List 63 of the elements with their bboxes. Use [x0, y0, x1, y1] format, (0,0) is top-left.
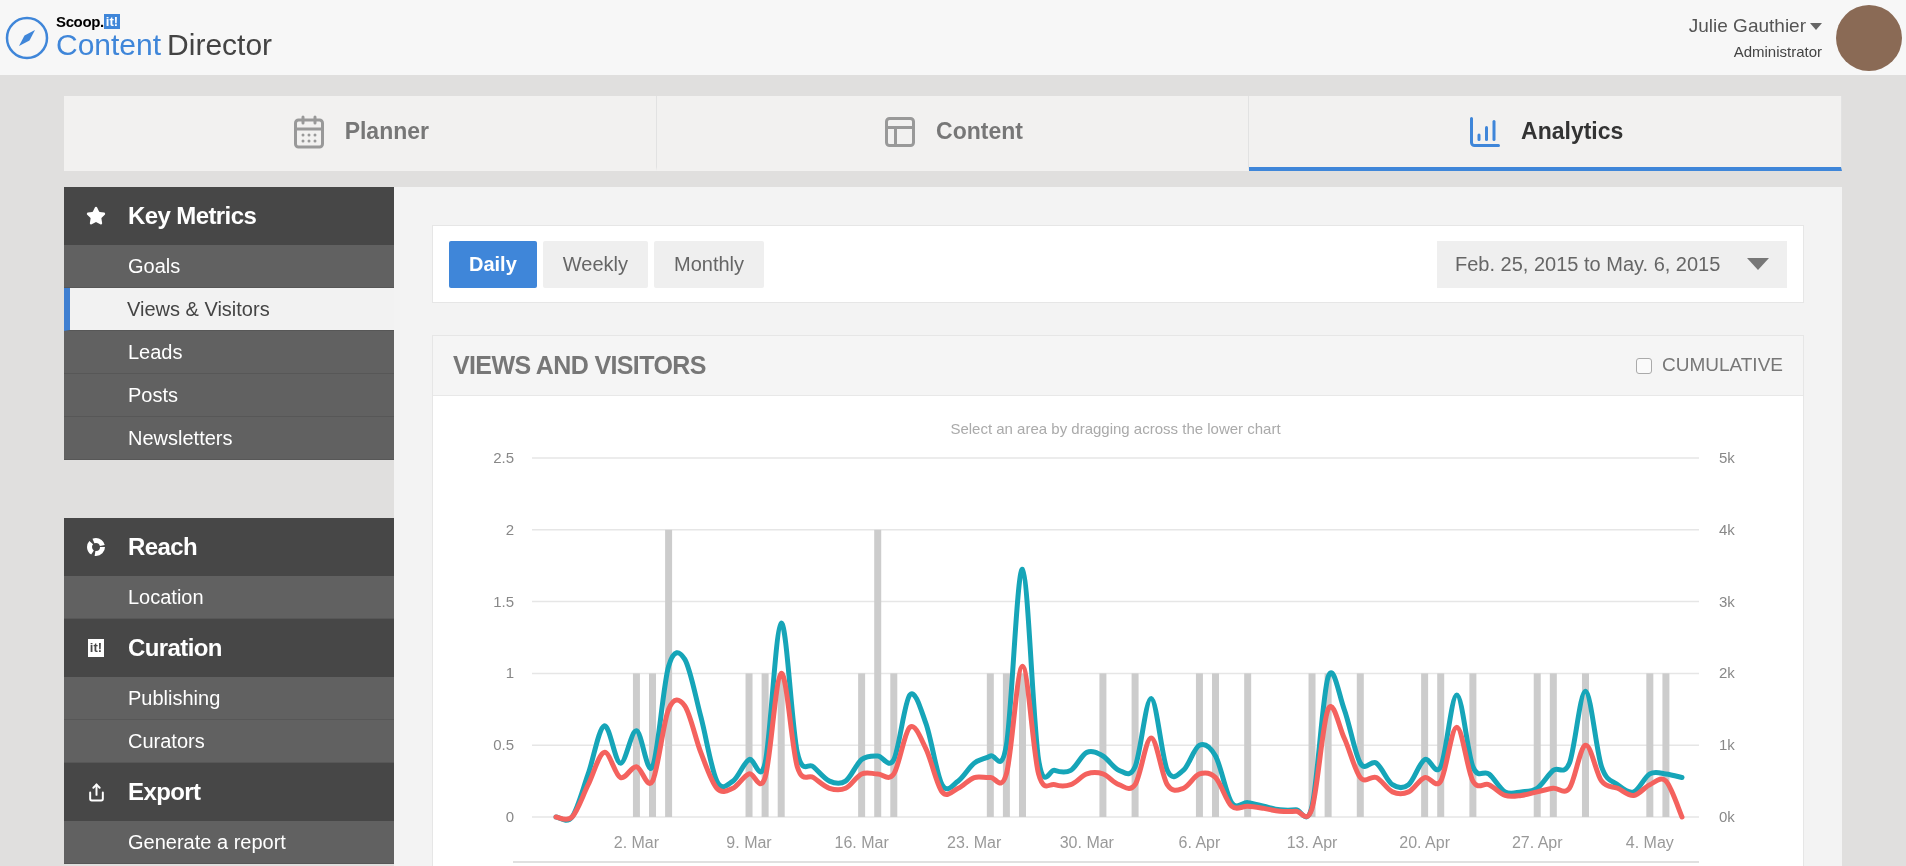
y-axis-label: 2.5: [493, 449, 514, 466]
y-axis-label: 1: [505, 664, 514, 682]
period-tab[interactable]: Monthly: [654, 240, 765, 288]
x-axis-label: 23. Mar: [947, 834, 1002, 851]
period-tab[interactable]: Weekly: [542, 240, 649, 288]
star-icon: [86, 206, 106, 226]
nav-tab[interactable]: Planner: [64, 96, 657, 171]
section-header[interactable]: Key Metrics: [64, 187, 394, 245]
x-axis-label: 13. Apr: [1286, 834, 1338, 851]
compass-icon: [4, 14, 50, 61]
user-role: Administrator: [1733, 41, 1822, 62]
checkbox-label: CUMULATIVE: [1661, 353, 1783, 378]
sidebar-item[interactable]: Leads: [64, 331, 394, 374]
user-name[interactable]: Julie Gauthier: [1688, 12, 1806, 41]
chart-hint: Select an area by dragging across the lower chart: [950, 420, 1281, 437]
caret-icon[interactable]: [1810, 22, 1822, 30]
y-axis-label: 0: [505, 808, 514, 825]
sidebar-item[interactable]: Newsletters: [64, 417, 394, 460]
date-range-dropdown[interactable]: Feb. 25, 2015 to May. 6, 2015: [1437, 240, 1787, 288]
y-axis-label: 0k: [1719, 808, 1735, 825]
sidebar-item[interactable]: Curators: [64, 720, 394, 763]
y-axis-label: 1k: [1719, 736, 1735, 754]
x-axis-label: 4. May: [1625, 834, 1674, 851]
cumulative-checkbox[interactable]: [1635, 357, 1652, 374]
y-axis-label: 2: [505, 520, 514, 538]
period-tab[interactable]: Daily: [449, 240, 537, 288]
x-axis-label: 9. Mar: [726, 834, 772, 851]
logo-product: Director: [167, 29, 273, 61]
sidebar-item[interactable]: Goals: [64, 245, 394, 288]
panel-title: VIEWS AND VISITORS: [453, 349, 706, 381]
x-axis-label: 20. Apr: [1399, 834, 1450, 851]
sidebar-item[interactable]: Location: [64, 576, 394, 619]
nav-tab[interactable]: Analytics: [1249, 96, 1842, 171]
sidebar-item[interactable]: Posts: [64, 374, 394, 417]
y-axis-label: 0.5: [493, 736, 514, 754]
y-axis-label: 4k: [1719, 520, 1735, 538]
sidebar-item[interactable]: Generate a report: [64, 821, 394, 864]
y-axis-label: 5k: [1719, 449, 1735, 466]
donut-icon: [86, 537, 106, 557]
nav-tab[interactable]: Content: [656, 96, 1250, 171]
section-title: Reach: [128, 532, 198, 562]
section-header[interactable]: it! Curation: [64, 619, 394, 677]
caret-icon: [1747, 258, 1769, 270]
sidebar-item[interactable]: Publishing: [64, 677, 394, 720]
logo-product: Content: [56, 29, 162, 61]
section-title: Key Metrics: [128, 201, 257, 231]
x-axis-label: 30. Mar: [1059, 834, 1114, 851]
y-axis-label: 3k: [1719, 592, 1735, 610]
sidebar-item[interactable]: Views & Visitors: [64, 288, 394, 331]
section-title: Curation: [128, 633, 222, 663]
x-axis-label: 16. Mar: [834, 834, 889, 851]
badge-icon: it!: [87, 639, 105, 657]
x-axis-label: 27. Apr: [1511, 834, 1563, 851]
logo-badge: it!: [103, 14, 121, 29]
x-axis-label: 2. Mar: [613, 834, 660, 851]
x-axis-label: 6. Apr: [1178, 834, 1221, 851]
y-axis-label: 2k: [1719, 664, 1735, 682]
section-header[interactable]: Reach: [64, 518, 394, 576]
section-title: Export: [128, 777, 201, 807]
share-icon: [86, 782, 106, 802]
logo-brand: Scoop.: [56, 14, 104, 29]
section-header[interactable]: Export: [64, 763, 394, 821]
y-axis-label: 1.5: [493, 592, 514, 610]
